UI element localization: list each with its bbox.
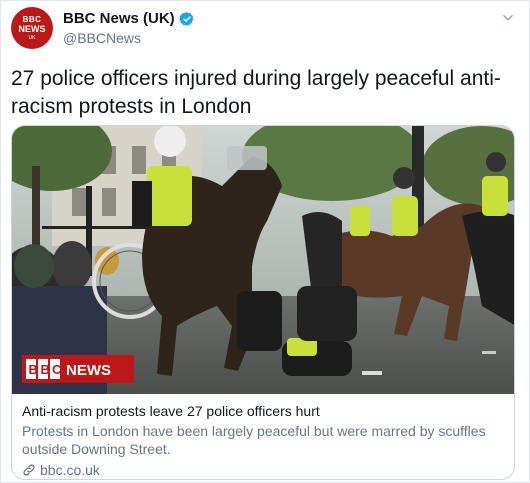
avatar-text-bbc: BBC (22, 14, 42, 24)
card-title[interactable]: Anti-racism protests leave 27 police off… (22, 402, 507, 420)
account-name-row: BBC News (UK) (63, 10, 195, 27)
news-photo[interactable]: B B C NEWS (12, 126, 515, 394)
svg-text:C: C (52, 362, 62, 377)
tweet: BBC NEWS UK BBC News (UK) @BBCNews 27 po… (0, 0, 530, 483)
verified-badge-icon (178, 11, 194, 26)
svg-text:B: B (41, 362, 50, 377)
bbc-news-logo: B B C NEWS (22, 355, 134, 383)
svg-text:NEWS: NEWS (66, 362, 111, 379)
handle[interactable]: @BBCNews (63, 30, 141, 46)
card-link-domain: bbc.co.uk (40, 462, 100, 478)
avatar-text-news: NEWS (18, 23, 46, 34)
card-link[interactable]: bbc.co.uk (22, 462, 507, 478)
card-body: Anti-racism protests leave 27 police off… (22, 402, 507, 478)
link-card[interactable]: B B C NEWS Anti-racism protests leave 27… (11, 125, 515, 480)
tweet-text: 27 police officers injured during largel… (11, 67, 501, 118)
svg-text:B: B (29, 362, 38, 377)
avatar-text-uk: UK (28, 34, 36, 41)
card-description: Protests in London have been largely pea… (22, 423, 486, 457)
display-name[interactable]: BBC News (UK) (63, 10, 175, 27)
avatar[interactable]: BBC NEWS UK (11, 7, 53, 49)
chevron-down-icon[interactable] (501, 11, 515, 25)
link-icon (23, 464, 35, 476)
